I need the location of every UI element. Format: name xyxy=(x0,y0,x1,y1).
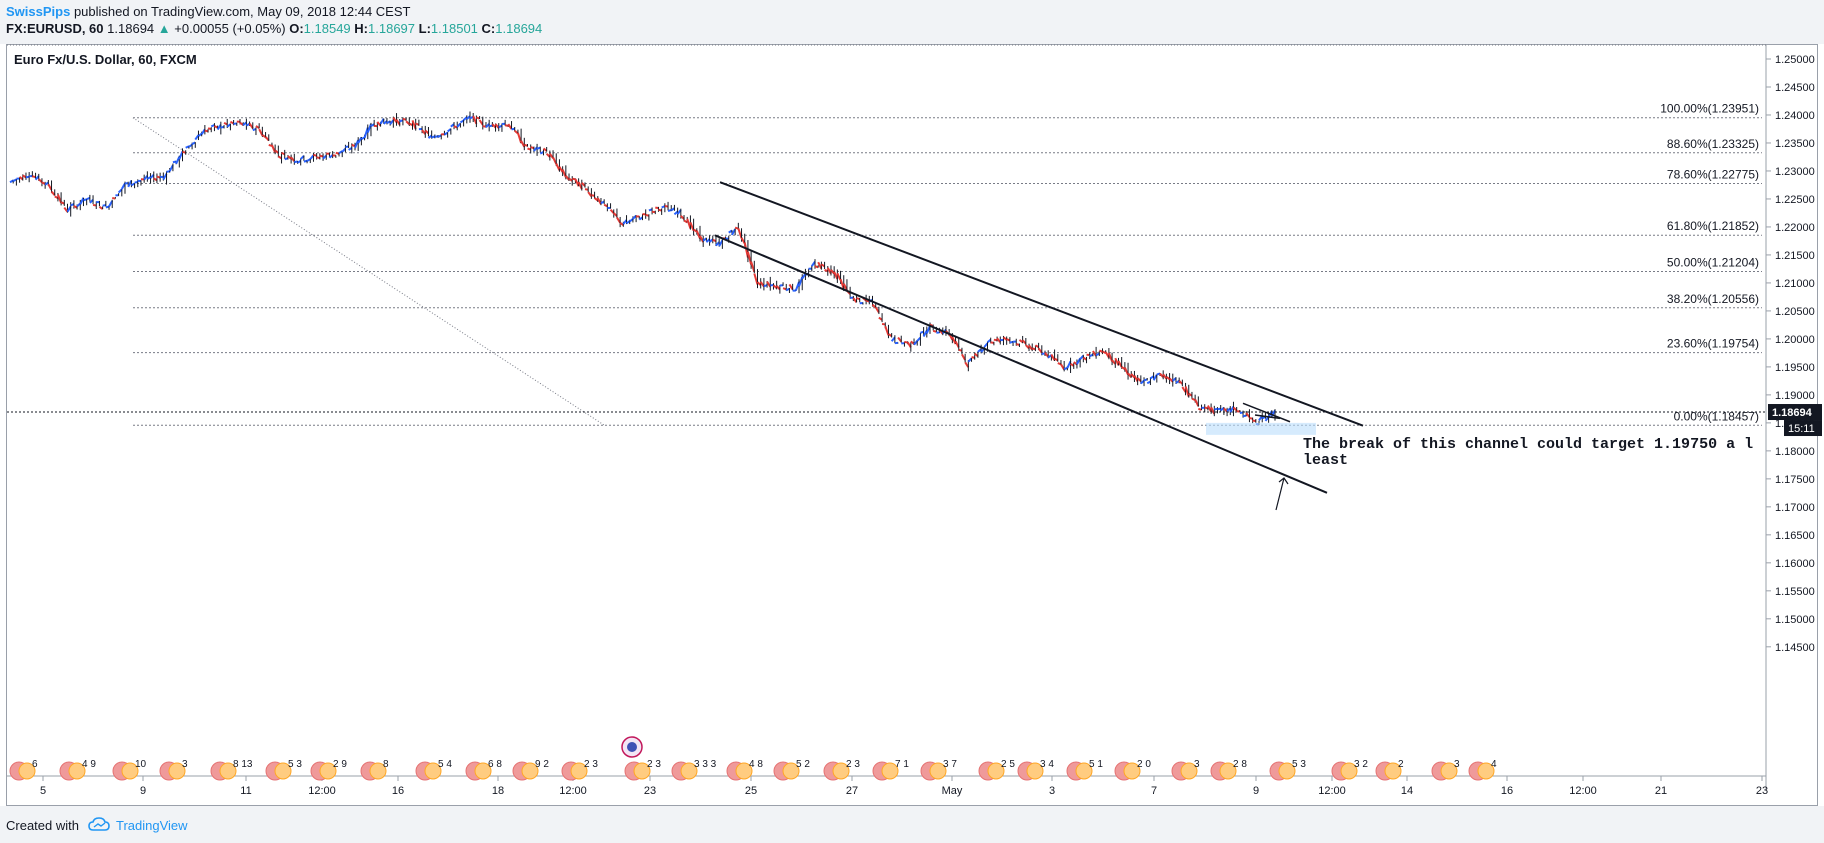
event-marker-label: 3 xyxy=(182,759,188,770)
x-tick-label: 18 xyxy=(492,785,504,797)
y-tick-label: 1.21500 xyxy=(1775,250,1815,262)
y-tick-label: 1.23500 xyxy=(1775,138,1815,150)
y-tick-label: 1.22000 xyxy=(1775,222,1815,234)
last-price-badge-label: 1.18694 xyxy=(1772,407,1813,419)
created-with-text: Created with xyxy=(6,818,79,833)
y-tick-label: 1.17000 xyxy=(1775,502,1815,514)
y-tick-label: 1.21000 xyxy=(1775,278,1815,290)
y-tick-label: 1.24500 xyxy=(1775,82,1815,94)
annotation-text-line-2: least xyxy=(1303,452,1348,469)
x-tick-label: 23 xyxy=(1756,785,1768,797)
y-tick-label: 1.23000 xyxy=(1775,166,1815,178)
y-tick-label: 1.24000 xyxy=(1775,110,1815,122)
event-marker-label: 3 3 3 xyxy=(694,759,717,770)
x-tick-label: 5 xyxy=(40,785,46,797)
fib-level-label: 78.60%(1.22775) xyxy=(1667,168,1759,182)
tradingview-brand-link[interactable]: TradingView xyxy=(116,818,188,833)
event-marker-label: 2 3 xyxy=(647,759,661,770)
event-marker-label: 2 5 xyxy=(1001,759,1015,770)
countdown-label: 15:11 xyxy=(1788,423,1815,435)
y-tick-label: 1.17500 xyxy=(1775,474,1815,486)
x-tick-label: 9 xyxy=(1253,785,1259,797)
event-marker-label: 3 4 xyxy=(1040,759,1054,770)
channel-upper-line[interactable] xyxy=(719,181,1364,427)
x-tick-label: 12:00 xyxy=(308,785,336,797)
y-tick-label: 1.19500 xyxy=(1775,362,1815,374)
x-tick-label: 12:00 xyxy=(1318,785,1346,797)
x-tick-label: 16 xyxy=(392,785,404,797)
fib-level-label: 23.60%(1.19754) xyxy=(1667,337,1759,351)
y-tick-label: 1.20000 xyxy=(1775,334,1815,346)
x-tick-label: 3 xyxy=(1049,785,1055,797)
event-marker-label: 3 xyxy=(1454,759,1460,770)
annotation-text-line-1: The break of this channel could target 1… xyxy=(1303,436,1753,453)
event-marker-label: 3 2 xyxy=(1354,759,1368,770)
x-tick-label: 12:00 xyxy=(1569,785,1597,797)
fib-level-label: 0.00%(1.18457) xyxy=(1674,409,1759,423)
breakout-arrow-icon xyxy=(1275,477,1289,511)
event-marker-label: 4 8 xyxy=(749,759,763,770)
event-marker-label: 6 8 xyxy=(488,759,502,770)
x-tick-label: 16 xyxy=(1501,785,1513,797)
price-chart[interactable]: 1.14500 1.15000 1.15500 1.16000 1.16500 1.170… xyxy=(0,0,1824,843)
price-series xyxy=(9,111,1276,426)
channel-lower-line[interactable] xyxy=(714,234,1328,494)
event-marker-label: 6 xyxy=(32,759,38,770)
x-tick-label: 27 xyxy=(846,785,858,797)
y-tick-label: 1.15500 xyxy=(1775,586,1815,598)
central-bank-event-icon-inner xyxy=(627,742,637,752)
tradingview-cloud-icon xyxy=(88,817,110,831)
x-tick-label: 21 xyxy=(1655,785,1667,797)
event-marker-label: 5 3 xyxy=(288,759,302,770)
event-marker-label: 4 9 xyxy=(82,759,96,770)
event-marker-label: 5 3 xyxy=(1292,759,1306,770)
event-marker-label: 5 4 xyxy=(438,759,452,770)
event-marker-label: 2 9 xyxy=(333,759,347,770)
event-marker-label: 7 1 xyxy=(895,759,909,770)
event-marker-label: 9 2 xyxy=(535,759,549,770)
y-tick-label: 1.18000 xyxy=(1775,446,1815,458)
event-marker-label: 10 xyxy=(135,759,147,770)
y-tick-label: 1.20500 xyxy=(1775,306,1815,318)
y-tick-label: 1.16000 xyxy=(1775,558,1815,570)
fib-level-label: 100.00%(1.23951) xyxy=(1660,102,1759,116)
x-tick-label: 12:00 xyxy=(559,785,587,797)
y-tick-label: 1.25000 xyxy=(1775,54,1815,66)
event-marker-label: 2 8 xyxy=(1233,759,1247,770)
event-marker-label: 8 xyxy=(383,759,389,770)
x-tick-label: 25 xyxy=(745,785,757,797)
fib-level-label: 61.80%(1.21852) xyxy=(1667,219,1759,233)
event-marker-label: 3 7 xyxy=(943,759,957,770)
x-tick-label: May xyxy=(942,785,963,797)
event-marker-label: 2 3 xyxy=(846,759,860,770)
event-marker-label: 3 xyxy=(1194,759,1200,770)
y-tick-label: 1.19000 xyxy=(1775,390,1815,402)
fib-level-label: 38.20%(1.20556) xyxy=(1667,292,1759,306)
fib-level-label: 50.00%(1.21204) xyxy=(1667,256,1759,270)
x-tick-label: 7 xyxy=(1151,785,1157,797)
y-tick-label: 1.22500 xyxy=(1775,194,1815,206)
event-marker-label: 8 13 xyxy=(233,759,253,770)
event-marker-label: 5 1 xyxy=(1089,759,1103,770)
x-tick-label: 14 xyxy=(1401,785,1413,797)
fib-level-label: 88.60%(1.23325) xyxy=(1667,137,1759,151)
event-marker-label: 2 0 xyxy=(1137,759,1151,770)
event-marker-label: 5 2 xyxy=(796,759,810,770)
y-tick-label: 1.16500 xyxy=(1775,530,1815,542)
x-tick-label: 11 xyxy=(240,785,251,797)
event-marker-label: 2 3 xyxy=(584,759,598,770)
x-tick-label: 9 xyxy=(140,785,146,797)
recent-range-highlight xyxy=(1206,422,1316,435)
x-tick-label: 23 xyxy=(644,785,656,797)
y-tick-label: 1.15000 xyxy=(1775,614,1815,626)
footer: Created with TradingView xyxy=(0,806,1824,843)
event-marker-label: 4 xyxy=(1491,759,1497,770)
y-tick-label: 1.14500 xyxy=(1775,642,1815,654)
event-marker-label: 2 xyxy=(1398,759,1404,770)
chart-title: Euro Fx/U.S. Dollar, 60, FXCM xyxy=(14,52,197,67)
